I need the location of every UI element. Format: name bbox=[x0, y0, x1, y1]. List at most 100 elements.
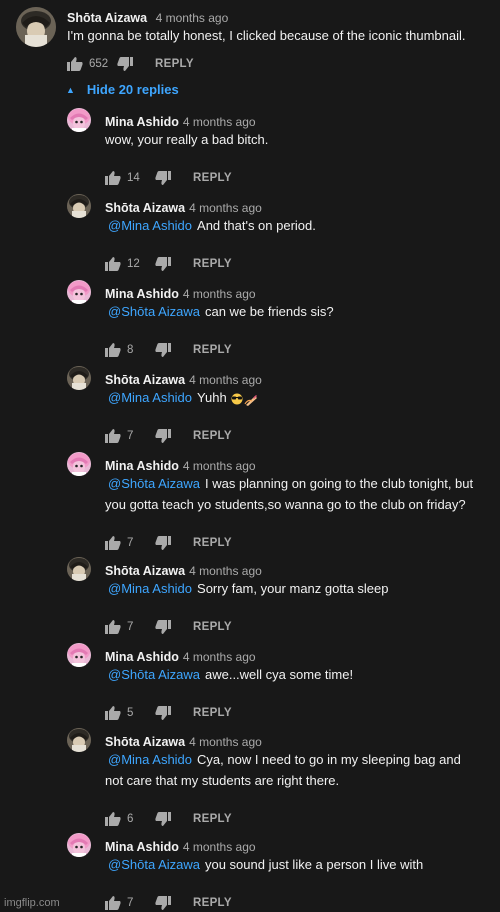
mention-link[interactable]: @Mina Ashido bbox=[108, 752, 192, 767]
aizawa-avatar-icon[interactable] bbox=[67, 366, 91, 390]
reply-button[interactable]: REPLY bbox=[193, 430, 232, 442]
reply-button[interactable]: REPLY bbox=[193, 537, 232, 549]
like-count: 5 bbox=[127, 707, 134, 719]
reply-button[interactable]: REPLY bbox=[193, 258, 232, 270]
reply-author[interactable]: Mina Ashido bbox=[105, 115, 179, 129]
thumbs-up-icon[interactable] bbox=[105, 257, 121, 271]
thumbs-down-icon[interactable] bbox=[155, 429, 171, 443]
aizawa-avatar-icon[interactable] bbox=[16, 7, 56, 47]
aizawa-avatar-icon[interactable] bbox=[67, 557, 91, 581]
reply-text-line: @Mina Ashido And that's on period. bbox=[108, 216, 316, 236]
mention-link[interactable]: @Mina Ashido bbox=[108, 218, 192, 233]
thumbs-up-icon[interactable] bbox=[105, 171, 121, 185]
mina-avatar-icon[interactable] bbox=[67, 833, 91, 857]
reply-button[interactable]: REPLY bbox=[193, 172, 232, 184]
reply-author[interactable]: Shōta Aizawa bbox=[105, 201, 185, 215]
hide-replies-label: Hide 20 replies bbox=[86, 82, 179, 97]
reply-button[interactable]: REPLY bbox=[193, 897, 232, 909]
caret-up-icon: ▲ bbox=[66, 84, 75, 95]
reply-timestamp[interactable]: 4 months ago bbox=[189, 373, 262, 387]
thumbs-up-icon[interactable] bbox=[67, 57, 83, 71]
thumbs-down-icon[interactable] bbox=[155, 171, 171, 185]
mina-avatar-icon[interactable] bbox=[67, 108, 91, 132]
mention-link[interactable]: @Shōta Aizawa bbox=[108, 476, 200, 491]
reply-timestamp[interactable]: 4 months ago bbox=[183, 287, 256, 301]
mina-avatar-icon[interactable] bbox=[67, 643, 91, 667]
reply-text: you sound just like a person I live with bbox=[204, 857, 424, 872]
hide-replies-button[interactable]: ▲ Hide 20 replies bbox=[66, 82, 179, 97]
reply-text: Sorry fam, your manz gotta sleep bbox=[197, 581, 389, 596]
mina-avatar-icon[interactable] bbox=[67, 280, 91, 304]
thumbs-down-icon[interactable] bbox=[155, 706, 171, 720]
aizawa-avatar-icon[interactable] bbox=[67, 728, 91, 752]
sunglasses-emoji-icon bbox=[230, 390, 244, 405]
reply-text-line: you gotta teach yo students,so wanna go … bbox=[105, 495, 466, 515]
reply-text: wow, your really a bad bitch. bbox=[105, 132, 269, 147]
comment-timestamp[interactable]: 4 months ago bbox=[156, 11, 229, 25]
reply-text: I was planning on going to the club toni… bbox=[204, 476, 474, 491]
mina-avatar-icon[interactable] bbox=[67, 452, 91, 476]
reply-author[interactable]: Mina Ashido bbox=[105, 287, 179, 301]
reply-timestamp[interactable]: 4 months ago bbox=[183, 115, 256, 129]
thumbs-up-icon[interactable] bbox=[105, 812, 121, 826]
reply-button[interactable]: REPLY bbox=[193, 707, 232, 719]
reply-author[interactable]: Mina Ashido bbox=[105, 459, 179, 473]
thumbs-down-icon[interactable] bbox=[155, 257, 171, 271]
mention-link[interactable]: @Shōta Aizawa bbox=[108, 857, 200, 872]
thumbs-up-icon[interactable] bbox=[105, 343, 121, 357]
like-count: 8 bbox=[127, 344, 134, 356]
like-count: 7 bbox=[127, 621, 134, 633]
reply-actions: 6 REPLY bbox=[105, 812, 232, 826]
reply-text: Yuhh bbox=[197, 390, 227, 405]
thumbs-up-icon[interactable] bbox=[105, 536, 121, 550]
like-count: 7 bbox=[127, 537, 134, 549]
reply-button[interactable]: REPLY bbox=[193, 621, 232, 633]
thumbs-up-icon[interactable] bbox=[105, 706, 121, 720]
reply-author[interactable]: Mina Ashido bbox=[105, 840, 179, 854]
reply-author[interactable]: Mina Ashido bbox=[105, 650, 179, 664]
mention-link[interactable]: @Shōta Aizawa bbox=[108, 667, 200, 682]
reply-author[interactable]: Shōta Aizawa bbox=[105, 564, 185, 578]
reply-actions: 12 REPLY bbox=[105, 257, 232, 271]
reply-actions: 14 REPLY bbox=[105, 171, 232, 185]
reply-text-line: not care that my students are right ther… bbox=[105, 771, 339, 791]
reply-actions: 8 REPLY bbox=[105, 343, 232, 357]
mention-link[interactable]: @Mina Ashido bbox=[108, 581, 192, 596]
reply-author[interactable]: Shōta Aizawa bbox=[105, 373, 185, 387]
mention-link[interactable]: @Mina Ashido bbox=[108, 390, 192, 405]
mention-link[interactable]: @Shōta Aizawa bbox=[108, 304, 200, 319]
comment-author[interactable]: Shōta Aizawa bbox=[67, 11, 147, 25]
watermark: imgflip.com bbox=[4, 897, 60, 909]
thumbs-down-icon[interactable] bbox=[155, 620, 171, 634]
reply-timestamp[interactable]: 4 months ago bbox=[183, 459, 256, 473]
reply-text: awe...well cya some time! bbox=[204, 667, 354, 682]
like-count: 6 bbox=[127, 813, 134, 825]
reply-timestamp[interactable]: 4 months ago bbox=[189, 201, 262, 215]
reply-timestamp[interactable]: 4 months ago bbox=[189, 735, 262, 749]
reply-button[interactable]: REPLY bbox=[193, 344, 232, 356]
reply-timestamp[interactable]: 4 months ago bbox=[183, 840, 256, 854]
reply-timestamp[interactable]: 4 months ago bbox=[189, 564, 262, 578]
thumbs-down-icon[interactable] bbox=[155, 343, 171, 357]
reply-text-line: @Mina Ashido Cya, now I need to go in my … bbox=[108, 750, 461, 770]
reply-text: you gotta teach yo students,so wanna go … bbox=[105, 497, 466, 512]
thumbs-down-icon[interactable] bbox=[155, 896, 171, 910]
reply-timestamp[interactable]: 4 months ago bbox=[183, 650, 256, 664]
like-count: 7 bbox=[127, 430, 134, 442]
thumbs-down-icon[interactable] bbox=[117, 57, 133, 71]
reply-actions: 5 REPLY bbox=[105, 706, 232, 720]
thumbs-down-icon[interactable] bbox=[155, 536, 171, 550]
reply-actions: 7 REPLY bbox=[105, 620, 232, 634]
thumbs-down-icon[interactable] bbox=[155, 812, 171, 826]
reply-actions: 7 REPLY bbox=[105, 536, 232, 550]
reply-button[interactable]: REPLY bbox=[193, 813, 232, 825]
reply-author[interactable]: Shōta Aizawa bbox=[105, 735, 185, 749]
reply-button[interactable]: REPLY bbox=[155, 58, 194, 70]
thumbs-up-icon[interactable] bbox=[105, 429, 121, 443]
aizawa-avatar-icon[interactable] bbox=[67, 194, 91, 218]
thumbs-up-icon[interactable] bbox=[105, 620, 121, 634]
like-count: 14 bbox=[127, 172, 140, 184]
comment-text: I'm gonna be totally honest, I clicked b… bbox=[67, 28, 466, 43]
reply-text-line: @Mina Ashido Yuhh bbox=[108, 388, 258, 408]
thumbs-up-icon[interactable] bbox=[105, 896, 121, 910]
